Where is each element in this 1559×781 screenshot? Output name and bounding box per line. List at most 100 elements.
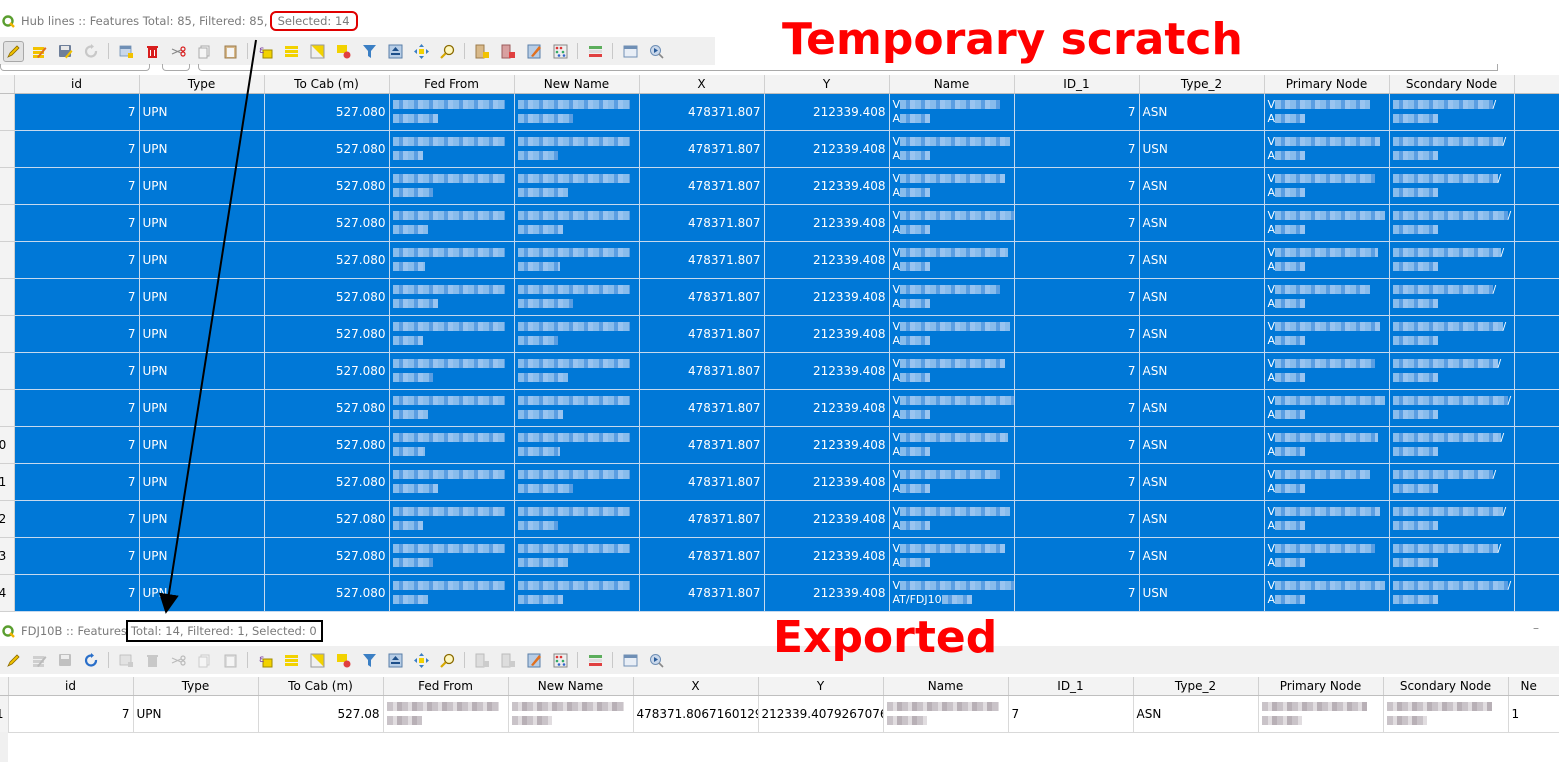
cell-fed-from[interactable]: [389, 241, 515, 279]
cell-type-2[interactable]: ASN: [1139, 204, 1265, 242]
cell-secondary-node[interactable]: /: [1389, 278, 1515, 316]
cell-new-name[interactable]: [514, 241, 640, 279]
cell-new-name[interactable]: [514, 463, 640, 501]
row-number[interactable]: 4: [0, 204, 15, 242]
cell-y[interactable]: 212339.408: [764, 463, 890, 501]
column-header[interactable]: Ne: [1508, 677, 1559, 696]
cell-x[interactable]: 478371.807: [639, 537, 765, 575]
cell-last[interactable]: 1: [1508, 695, 1559, 733]
cell-type[interactable]: UPN: [139, 167, 265, 205]
select-by-expression-button[interactable]: ε: [255, 650, 276, 671]
cell-to-cab[interactable]: 527.080: [264, 167, 390, 205]
cell-id-1[interactable]: 7: [1014, 204, 1140, 242]
table-row[interactable]: 117UPN527.080478371.807212339.408VA7ASNV…: [0, 463, 1559, 501]
copy-button[interactable]: [194, 41, 215, 62]
filter-field-segment[interactable]: [162, 64, 190, 71]
column-header[interactable]: To Cab (m): [264, 75, 390, 94]
cell-id[interactable]: 7: [14, 130, 140, 168]
row-number[interactable]: 5: [0, 241, 15, 279]
cell-secondary-node[interactable]: /: [1389, 500, 1515, 538]
cell-new-name[interactable]: [514, 537, 640, 575]
row-header-corner[interactable]: [0, 75, 15, 94]
cell-new-name[interactable]: [514, 130, 640, 168]
cell-id-1[interactable]: 7: [1014, 278, 1140, 316]
row-number[interactable]: 2: [0, 130, 15, 168]
cell-new-name[interactable]: [514, 426, 640, 464]
filter-selected-button[interactable]: [359, 650, 380, 671]
cell-type[interactable]: UPN: [139, 426, 265, 464]
row-number[interactable]: 13: [0, 537, 15, 575]
cell-to-cab[interactable]: 527.080: [264, 426, 390, 464]
cell-id-1[interactable]: 7: [1014, 241, 1140, 279]
column-header[interactable]: To Cab (m): [258, 677, 384, 696]
select-all-button[interactable]: [281, 41, 302, 62]
cell-new-name[interactable]: [514, 574, 640, 612]
cell-name[interactable]: VA: [889, 352, 1015, 390]
cell-x[interactable]: 478371.807: [639, 278, 765, 316]
cell-name[interactable]: VA: [889, 241, 1015, 279]
cell-primary-node[interactable]: VA: [1264, 426, 1390, 464]
field-calculator-edit-button[interactable]: [524, 650, 545, 671]
cell-new-name[interactable]: [514, 204, 640, 242]
cell-to-cab[interactable]: 527.080: [264, 93, 390, 131]
paste-button[interactable]: [220, 650, 241, 671]
cell-primary-node[interactable]: VA: [1264, 241, 1390, 279]
cell-type-2[interactable]: ASN: [1139, 93, 1265, 131]
zoom-to-selected-button[interactable]: [437, 41, 458, 62]
cell-type[interactable]: UPN: [139, 93, 265, 131]
paste-button[interactable]: [220, 41, 241, 62]
cell-primary-node[interactable]: VA: [1264, 537, 1390, 575]
cell-x[interactable]: 478371.807: [639, 426, 765, 464]
cell-primary-node[interactable]: VA: [1264, 574, 1390, 612]
cell-id-1[interactable]: 7: [1014, 130, 1140, 168]
cell-y[interactable]: 212339.408: [764, 500, 890, 538]
cell-type-2[interactable]: ASN: [1139, 463, 1265, 501]
cell-new-name[interactable]: [514, 167, 640, 205]
cell-x[interactable]: 478371.807: [639, 500, 765, 538]
cell-name[interactable]: VA: [889, 93, 1015, 131]
cell-type-2[interactable]: ASN: [1139, 500, 1265, 538]
cell-x[interactable]: 478371.807: [639, 93, 765, 131]
column-header[interactable]: Scondary Node: [1389, 75, 1515, 94]
cell-name[interactable]: VA: [889, 463, 1015, 501]
cell-x[interactable]: 478371.807: [639, 167, 765, 205]
cell-type[interactable]: UPN: [139, 352, 265, 390]
cell-id[interactable]: 7: [14, 389, 140, 427]
cell-type[interactable]: UPN: [139, 574, 265, 612]
save-edits-button[interactable]: [55, 650, 76, 671]
dock-button[interactable]: [620, 650, 641, 671]
column-header[interactable]: id: [14, 75, 140, 94]
conditional-formatting-button[interactable]: [585, 41, 606, 62]
column-header[interactable]: Fed From: [389, 75, 515, 94]
delete-field-button[interactable]: [498, 41, 519, 62]
cell-x[interactable]: 478371.807: [639, 463, 765, 501]
cell-y[interactable]: 212339.40792670764: [758, 695, 884, 733]
reload-button[interactable]: [81, 650, 102, 671]
cell-id[interactable]: 7: [14, 574, 140, 612]
cell-name[interactable]: VA: [889, 537, 1015, 575]
cell-to-cab[interactable]: 527.080: [264, 130, 390, 168]
cell-y[interactable]: 212339.408: [764, 574, 890, 612]
cell-id[interactable]: 7: [14, 93, 140, 131]
column-header[interactable]: Name: [889, 75, 1015, 94]
table-row[interactable]: 147UPN527.080478371.807212339.408VAT/FDJ…: [0, 574, 1559, 612]
cell-to-cab[interactable]: 527.080: [264, 463, 390, 501]
deselect-all-button[interactable]: [333, 650, 354, 671]
select-by-expression-button[interactable]: ε: [255, 41, 276, 62]
cell-fed-from[interactable]: [389, 574, 515, 612]
column-header[interactable]: Type_2: [1133, 677, 1259, 696]
deselect-all-button[interactable]: [333, 41, 354, 62]
cell-fed-from[interactable]: [389, 130, 515, 168]
cell-type-2[interactable]: ASN: [1139, 241, 1265, 279]
cell-id-1[interactable]: 7: [1014, 167, 1140, 205]
delete-feature-button[interactable]: [142, 41, 163, 62]
cell-type[interactable]: UPN: [133, 695, 259, 733]
row-number[interactable]: 6: [0, 278, 15, 316]
filter-expression-field[interactable]: [198, 64, 1498, 71]
cell-fed-from[interactable]: [389, 500, 515, 538]
dock-button[interactable]: [620, 41, 641, 62]
cell-y[interactable]: 212339.408: [764, 389, 890, 427]
cell-id-1[interactable]: 7: [1014, 315, 1140, 353]
cell-type-2[interactable]: ASN: [1139, 389, 1265, 427]
toggle-editing-button[interactable]: [3, 650, 24, 671]
